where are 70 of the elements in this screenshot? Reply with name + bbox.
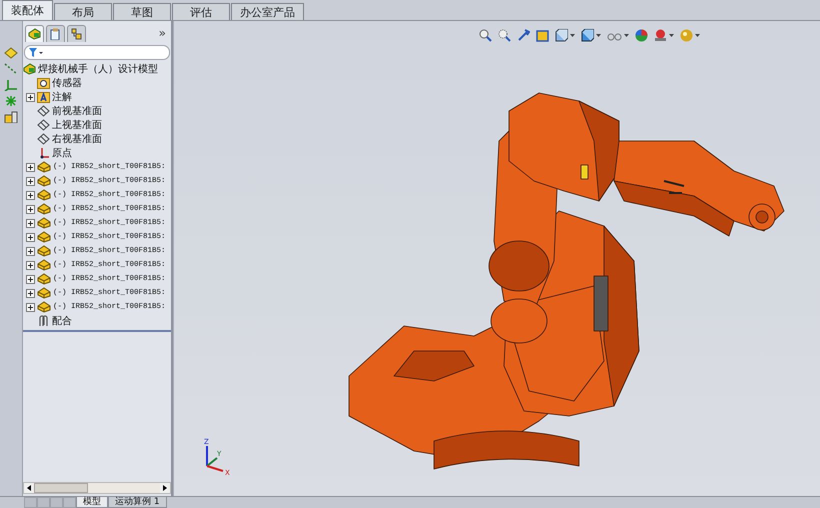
tree-root-label[interactable]: 焊接机械手（人）设计模型 bbox=[38, 62, 158, 76]
dashed-line-icon[interactable] bbox=[4, 63, 18, 75]
cube-icon[interactable] bbox=[581, 29, 594, 42]
panel-tab[interactable] bbox=[25, 24, 44, 42]
filter-icon[interactable] bbox=[29, 48, 43, 57]
part-icon bbox=[37, 161, 51, 173]
command-tab[interactable]: 办公室产品 bbox=[231, 3, 304, 20]
model-tab[interactable]: 运动算例 1 bbox=[108, 497, 167, 508]
model-tab[interactable]: 模型 bbox=[76, 497, 108, 508]
expand-toggle[interactable] bbox=[26, 204, 35, 214]
expand-toggle[interactable] bbox=[26, 92, 35, 102]
part-icon bbox=[37, 175, 51, 187]
command-tab[interactable]: 装配体 bbox=[2, 0, 53, 20]
expand-toggle[interactable] bbox=[26, 218, 35, 228]
expand-toggle[interactable] bbox=[26, 302, 35, 312]
expand-toggle[interactable] bbox=[26, 232, 35, 242]
right-arrow-icon[interactable] bbox=[163, 485, 167, 491]
expand-toggle[interactable] bbox=[26, 176, 35, 186]
zoom-area-icon[interactable] bbox=[498, 29, 511, 42]
expand-toggle[interactable] bbox=[26, 190, 35, 200]
zoom-fit-icon[interactable] bbox=[479, 29, 492, 42]
expand-toggle[interactable] bbox=[26, 274, 35, 284]
part-icon bbox=[37, 301, 51, 313]
expand-toggle[interactable] bbox=[26, 162, 35, 172]
caret-icon[interactable] bbox=[624, 34, 629, 37]
filter-field[interactable] bbox=[24, 45, 170, 60]
part-icon bbox=[37, 189, 51, 201]
color-ball-icon[interactable] bbox=[635, 29, 648, 42]
expand-toggle[interactable] bbox=[26, 288, 35, 298]
part-icon bbox=[37, 273, 51, 285]
tree-item[interactable]: 前视基准面 bbox=[23, 104, 171, 118]
part-icon bbox=[37, 287, 51, 299]
caret-icon[interactable] bbox=[570, 34, 575, 37]
panel-tab[interactable] bbox=[46, 24, 65, 42]
part-icon bbox=[37, 231, 51, 243]
panel-tab[interactable] bbox=[67, 24, 86, 42]
expand-panel-button[interactable]: » bbox=[158, 26, 169, 40]
tree-item[interactable]: 配合 bbox=[23, 314, 171, 328]
caret-icon[interactable] bbox=[596, 34, 601, 37]
left-arrow-icon[interactable] bbox=[27, 485, 31, 491]
cube-view-icon[interactable] bbox=[555, 29, 568, 42]
cylinder-icon[interactable] bbox=[4, 111, 18, 123]
diamond-icon[interactable] bbox=[4, 47, 18, 59]
command-tab[interactable]: 评估 bbox=[172, 3, 230, 20]
configuration-icon bbox=[71, 28, 82, 40]
command-tab[interactable]: 布局 bbox=[54, 3, 112, 20]
plane-icon bbox=[37, 119, 50, 131]
tree-item[interactable]: 原点 bbox=[23, 146, 171, 160]
caret-icon[interactable] bbox=[695, 34, 700, 37]
part-icon bbox=[37, 245, 51, 257]
plane-icon bbox=[37, 133, 50, 145]
assembly-icon bbox=[23, 63, 36, 75]
tree-item[interactable]: 传感器 bbox=[23, 76, 171, 90]
expand-toggle[interactable] bbox=[26, 246, 35, 256]
part-icon bbox=[37, 203, 51, 215]
expand-toggle[interactable] bbox=[26, 260, 35, 270]
part-icon bbox=[37, 259, 51, 271]
tree-item[interactable]: 右视基准面 bbox=[23, 132, 171, 146]
plane-icon bbox=[37, 105, 50, 117]
tree-item[interactable]: 注解 bbox=[23, 90, 171, 104]
caret-icon[interactable] bbox=[669, 34, 674, 37]
annotation-folder-icon bbox=[37, 91, 50, 103]
document-icon bbox=[50, 28, 61, 40]
command-tab[interactable]: 草图 bbox=[113, 3, 171, 20]
part-icon bbox=[37, 217, 51, 229]
tree-item[interactable]: 上视基准面 bbox=[23, 118, 171, 132]
assembly-icon bbox=[28, 28, 41, 40]
axes-icon[interactable] bbox=[4, 79, 18, 91]
horizontal-scrollbar[interactable] bbox=[23, 482, 171, 494]
paperclip-icon bbox=[37, 315, 50, 327]
